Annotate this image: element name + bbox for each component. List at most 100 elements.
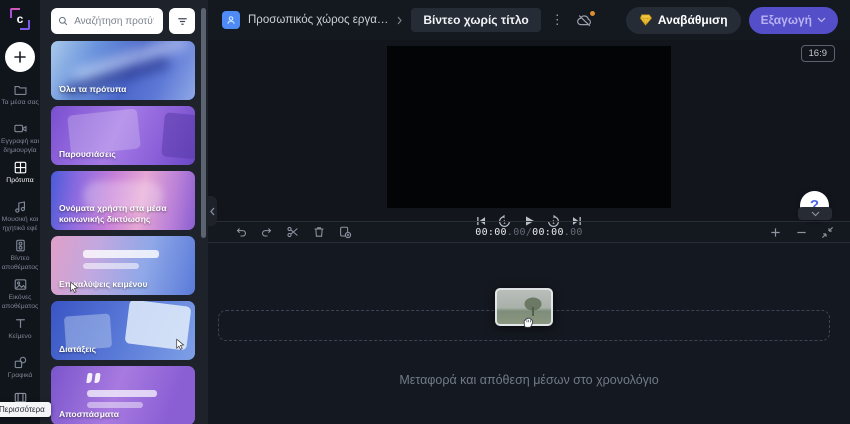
timeline-hint-text: Μεταφορά και απόθεση μέσων στο χρονολόγι… xyxy=(399,373,659,387)
filter-button[interactable] xyxy=(169,8,195,34)
duplicate-button[interactable] xyxy=(338,225,352,239)
upgrade-button[interactable]: Αναβάθμιση xyxy=(625,6,741,34)
zoom-in-button[interactable] xyxy=(769,226,782,239)
timecode-total-fraction: .00 xyxy=(563,226,583,238)
template-card-quotes[interactable]: Αποσπάσματα xyxy=(51,366,195,424)
sidebar-nav: Τα μέσα σας Εγγραφή και δημιουργία Πρότυ… xyxy=(0,78,40,390)
chevron-down-icon xyxy=(811,211,819,216)
sidebar-item-label: Βίντεο αποθέματος xyxy=(1,255,39,271)
plus-icon xyxy=(14,51,26,63)
title-menu-button[interactable]: ⋮ xyxy=(549,12,566,28)
gem-icon xyxy=(639,14,652,26)
stock-video-icon xyxy=(15,239,25,252)
delete-button[interactable] xyxy=(312,225,326,239)
timecode-elapsed-fraction: .00 xyxy=(506,226,526,238)
duplicate-icon xyxy=(340,226,352,239)
fit-screen-icon xyxy=(821,226,834,238)
timecode-total: 00:00 xyxy=(532,226,564,238)
preview-collapse-button[interactable] xyxy=(798,207,832,220)
zoom-out-button[interactable] xyxy=(795,226,808,239)
templates-icon xyxy=(14,161,26,174)
panel-scrollbar[interactable] xyxy=(201,8,206,238)
minus-icon xyxy=(797,231,806,233)
stock-images-icon xyxy=(14,279,26,290)
template-card-presentations[interactable]: Παρουσιάσεις xyxy=(51,106,195,165)
cloud-offline-icon[interactable] xyxy=(576,9,596,28)
zoom-tools xyxy=(769,226,834,239)
main-area: Προσωπικός χώρος εργα… Βίντεο χωρίς τίτλ… xyxy=(208,0,850,424)
template-card-label: Αποσπάσματα xyxy=(59,408,119,419)
template-card-layouts[interactable]: Διατάξεις xyxy=(51,301,195,360)
sidebar-item-stock-images[interactable]: Εικόνες αποθέματος xyxy=(0,273,40,312)
export-label: Εξαγωγή xyxy=(760,13,812,27)
panel-collapse-handle[interactable] xyxy=(208,196,217,226)
camera-icon xyxy=(13,124,26,133)
fit-to-screen-button[interactable] xyxy=(821,226,834,239)
export-button[interactable]: Εξαγωγή xyxy=(748,6,838,34)
cursor-arrow-icon xyxy=(70,281,79,293)
clipchamp-logo-icon: c xyxy=(9,8,31,30)
edit-tools xyxy=(234,225,352,239)
sidebar-item-label: Κείμενο xyxy=(8,333,32,340)
folder-icon xyxy=(14,85,26,96)
sidebar-item-text[interactable]: Κείμενο xyxy=(0,312,40,351)
filter-icon xyxy=(177,17,187,25)
sidebar-item-label: Πρότυπα xyxy=(6,177,34,184)
video-title-field[interactable]: Βίντεο χωρίς τίτλο xyxy=(411,8,541,32)
card-art xyxy=(86,373,93,383)
template-card-label: Ονόματα χρήστη στα μέσα κοινωνικής δικτύ… xyxy=(59,202,167,224)
scissors-icon xyxy=(287,226,298,238)
card-art xyxy=(83,263,139,269)
redo-button[interactable] xyxy=(260,225,274,239)
split-button[interactable] xyxy=(286,225,300,239)
music-icon xyxy=(14,201,25,213)
timecode-display: 00:00.00 / 00:00.00 xyxy=(475,227,582,238)
workspace-avatar[interactable] xyxy=(222,11,240,29)
graphics-icon xyxy=(14,356,26,369)
search-icon xyxy=(58,16,68,26)
icon-rail: c Τα μέσα σας Εγγραφή και δημιουργία Πρό… xyxy=(0,0,51,424)
chevron-right-icon xyxy=(396,16,403,25)
cursor-arrow-icon xyxy=(176,338,185,350)
sync-warning-badge xyxy=(588,9,596,17)
template-card-social-usernames[interactable]: Ονόματα χρήστη στα μέσα κοινωνικής δικτύ… xyxy=(51,171,195,230)
template-card-text-overlays[interactable]: Επικαλύψεις κειμένου xyxy=(51,236,195,295)
sidebar-item-label: Μουσική και ηχητικά εφέ xyxy=(1,216,39,232)
create-video-button[interactable] xyxy=(5,42,35,72)
sidebar-item-stock-video[interactable]: Βίντεο αποθέματος xyxy=(0,234,40,273)
card-art xyxy=(94,373,101,383)
sidebar-item-label: Εγγραφή και δημιουργία xyxy=(1,138,39,154)
card-art xyxy=(87,390,157,397)
breadcrumb-workspace[interactable]: Προσωπικός χώρος εργα… xyxy=(248,14,388,26)
sidebar-item-music-sfx[interactable]: Μουσική και ηχητικά εφέ xyxy=(0,195,40,234)
undo-icon xyxy=(236,228,246,237)
sidebar-item-label: Γραφικά xyxy=(7,372,33,379)
template-card-all-templates[interactable]: Όλα τα πρότυπα xyxy=(51,41,195,100)
template-card-list: Όλα τα πρότυπα Παρουσιάσεις Ονόματα χρήσ… xyxy=(51,41,195,424)
aspect-ratio-badge[interactable]: 16:9 xyxy=(800,45,835,62)
video-canvas[interactable] xyxy=(387,46,671,208)
search-row xyxy=(51,8,195,34)
templates-panel: Όλα τα πρότυπα Παρουσιάσεις Ονόματα χρήσ… xyxy=(40,0,208,424)
sidebar-item-your-media[interactable]: Τα μέσα σας xyxy=(0,78,40,117)
grab-hand-cursor-icon xyxy=(523,317,534,328)
search-box xyxy=(51,8,163,34)
search-input[interactable] xyxy=(72,14,156,28)
person-icon xyxy=(227,16,235,24)
preview-stage: 16:9 1 1 ? xyxy=(208,40,850,227)
more-tooltip: Περισσότερα xyxy=(0,402,51,417)
timeline-area[interactable]: Μεταφορά και απόθεση μέσων στο χρονολόγι… xyxy=(208,243,850,424)
timecode-elapsed: 00:00 xyxy=(475,226,507,238)
sidebar-item-label: Εικόνες αποθέματος xyxy=(1,294,39,310)
timeline-toolbar: 00:00.00 / 00:00.00 xyxy=(208,221,850,243)
sidebar-item-templates[interactable]: Πρότυπα xyxy=(0,156,40,195)
top-bar: Προσωπικός χώρος εργα… Βίντεο χωρίς τίτλ… xyxy=(208,0,850,40)
upgrade-label: Αναβάθμιση xyxy=(657,13,728,27)
sidebar-item-record-create[interactable]: Εγγραφή και δημιουργία xyxy=(0,117,40,156)
sidebar-item-graphics[interactable]: Γραφικά xyxy=(0,351,40,390)
redo-icon xyxy=(262,228,272,237)
template-card-label: Όλα τα πρότυπα xyxy=(59,83,127,94)
chevron-left-icon xyxy=(210,207,215,215)
undo-button[interactable] xyxy=(234,225,248,239)
text-icon xyxy=(15,319,25,328)
